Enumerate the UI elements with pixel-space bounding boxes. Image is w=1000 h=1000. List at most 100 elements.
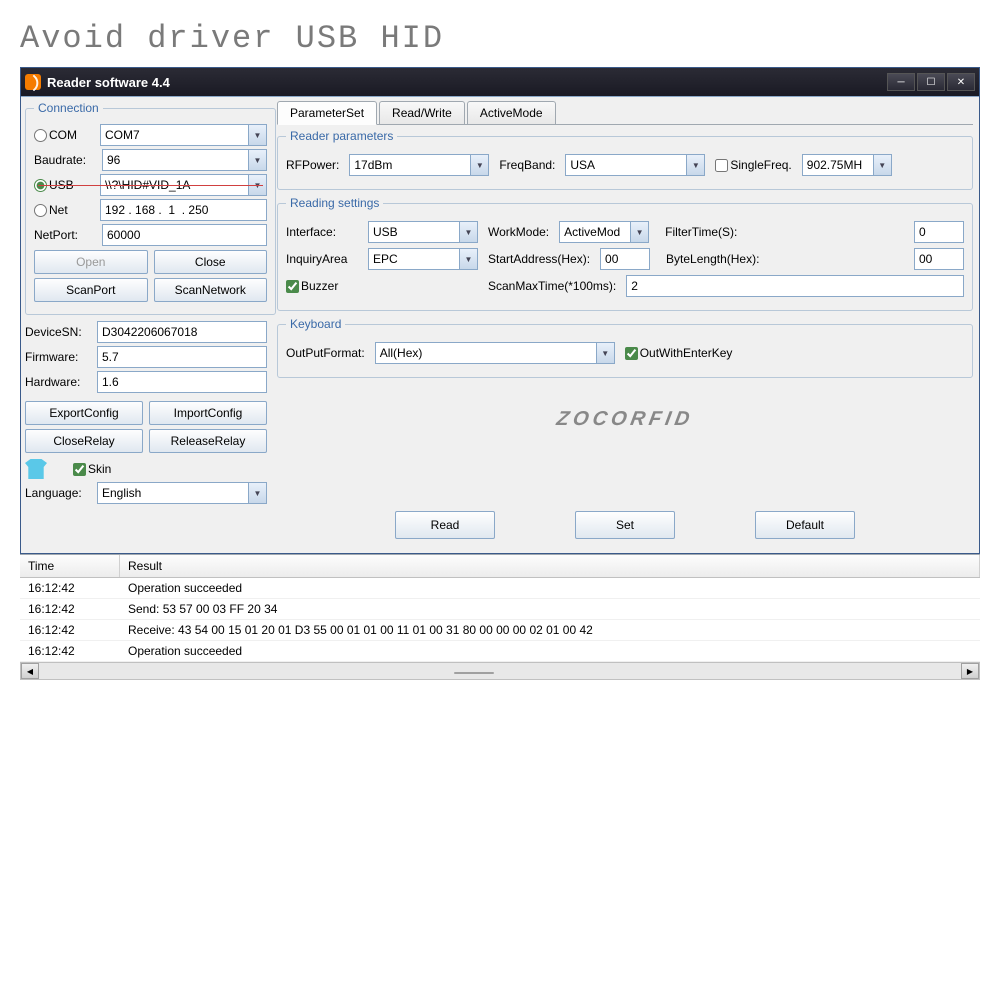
app-window: Reader software 4.4 ─ ☐ ✕ Connection COM… xyxy=(20,67,980,554)
scanport-button[interactable]: ScanPort xyxy=(34,278,148,302)
filtertime-input[interactable] xyxy=(914,221,964,243)
scanmax-label: ScanMaxTime(*100ms): xyxy=(488,279,616,293)
close-button[interactable]: Close xyxy=(154,250,268,274)
read-button[interactable]: Read xyxy=(395,511,495,539)
chevron-down-icon[interactable]: ▼ xyxy=(873,155,891,175)
reader-params-legend: Reader parameters xyxy=(286,129,397,143)
singlefreq-checkbox[interactable] xyxy=(715,159,728,172)
netport-label: NetPort: xyxy=(34,228,96,242)
scroll-thumb[interactable] xyxy=(454,672,494,674)
minimize-button[interactable]: ─ xyxy=(887,73,915,91)
maximize-button[interactable]: ☐ xyxy=(917,73,945,91)
close-window-button[interactable]: ✕ xyxy=(947,73,975,91)
log-row[interactable]: 16:12:42Receive: 43 54 00 15 01 20 01 D3… xyxy=(20,620,980,641)
app-icon xyxy=(25,74,41,90)
chevron-down-icon[interactable]: ▼ xyxy=(459,249,477,269)
chevron-down-icon[interactable]: ▼ xyxy=(630,222,648,242)
freqband-value: USA xyxy=(566,158,686,172)
exportconfig-button[interactable]: ExportConfig xyxy=(25,401,143,425)
netport-input[interactable] xyxy=(102,224,267,246)
scroll-right-icon[interactable]: ▶ xyxy=(961,663,979,679)
titlebar[interactable]: Reader software 4.4 ─ ☐ ✕ xyxy=(21,68,979,96)
baudrate-label: Baudrate: xyxy=(34,153,96,167)
devicesn-input[interactable] xyxy=(97,321,267,343)
bytelen-input[interactable] xyxy=(914,248,964,270)
tab-parameterset[interactable]: ParameterSet xyxy=(277,101,377,125)
com-value: COM7 xyxy=(101,128,248,142)
log-time: 16:12:42 xyxy=(20,599,120,619)
underline-decor xyxy=(38,185,263,186)
buzzer-checkbox[interactable] xyxy=(286,280,299,293)
language-label: Language: xyxy=(25,486,91,500)
importconfig-button[interactable]: ImportConfig xyxy=(149,401,267,425)
log-row[interactable]: 16:12:42Operation succeeded xyxy=(20,578,980,599)
inquiryarea-label: InquiryArea xyxy=(286,252,358,266)
closerelay-button[interactable]: CloseRelay xyxy=(25,429,143,453)
interface-dropdown[interactable]: USB▼ xyxy=(368,221,478,243)
interface-label: Interface: xyxy=(286,225,358,239)
singlefreq-label[interactable]: SingleFreq. xyxy=(715,158,791,172)
workmode-dropdown[interactable]: ActiveMod▼ xyxy=(559,221,649,243)
set-button[interactable]: Set xyxy=(575,511,675,539)
hardware-input[interactable] xyxy=(97,371,267,393)
rfpower-dropdown[interactable]: 17dBm▼ xyxy=(349,154,489,176)
horizontal-scrollbar[interactable]: ◀ ▶ xyxy=(20,662,980,680)
scannetwork-button[interactable]: ScanNetwork xyxy=(154,278,268,302)
radio-net-label[interactable]: Net xyxy=(34,203,94,217)
tab-readwrite[interactable]: Read/Write xyxy=(379,101,465,124)
releaserelay-button[interactable]: ReleaseRelay xyxy=(149,429,267,453)
singlefreq-dropdown[interactable]: 902.75MH▼ xyxy=(802,154,892,176)
chevron-down-icon[interactable]: ▼ xyxy=(470,155,488,175)
baudrate-value: 96 xyxy=(103,153,248,167)
tab-bar: ParameterSet Read/Write ActiveMode xyxy=(277,101,973,125)
net-ip-input[interactable] xyxy=(100,199,267,221)
startaddr-input[interactable] xyxy=(600,248,650,270)
log-row[interactable]: 16:12:42Operation succeeded xyxy=(20,641,980,662)
log-result: Send: 53 57 00 03 FF 20 34 xyxy=(120,599,980,619)
skin-checkbox-label[interactable]: Skin xyxy=(73,462,133,476)
startaddr-label: StartAddress(Hex): xyxy=(488,252,590,266)
radio-com-label[interactable]: COM xyxy=(34,128,94,142)
rfpower-label: RFPower: xyxy=(286,158,339,172)
default-button[interactable]: Default xyxy=(755,511,855,539)
log-col-result[interactable]: Result xyxy=(120,555,980,577)
chevron-down-icon[interactable]: ▼ xyxy=(596,343,614,363)
skin-checkbox[interactable] xyxy=(73,463,86,476)
rfpower-value: 17dBm xyxy=(350,158,470,172)
freqband-dropdown[interactable]: USA▼ xyxy=(565,154,705,176)
com-dropdown[interactable]: COM7 ▼ xyxy=(100,124,267,146)
scroll-left-icon[interactable]: ◀ xyxy=(21,663,39,679)
tab-activemode[interactable]: ActiveMode xyxy=(467,101,556,124)
log-time: 16:12:42 xyxy=(20,620,120,640)
sidebar: Connection COM COM7 ▼ Baudrate: 96 ▼ xyxy=(21,97,271,553)
inquiryarea-dropdown[interactable]: EPC▼ xyxy=(368,248,478,270)
tshirt-icon[interactable] xyxy=(25,459,47,479)
radio-net[interactable] xyxy=(34,204,47,217)
log-body: 16:12:42Operation succeeded16:12:42Send:… xyxy=(20,578,980,662)
chevron-down-icon[interactable]: ▼ xyxy=(686,155,704,175)
page-heading: Avoid driver USB HID xyxy=(0,0,1000,67)
language-dropdown[interactable]: English ▼ xyxy=(97,482,267,504)
log-time: 16:12:42 xyxy=(20,641,120,661)
devicesn-label: DeviceSN: xyxy=(25,325,91,339)
log-result: Operation succeeded xyxy=(120,641,980,661)
chevron-down-icon[interactable]: ▼ xyxy=(248,150,266,170)
chevron-down-icon[interactable]: ▼ xyxy=(459,222,477,242)
buzzer-label[interactable]: Buzzer xyxy=(286,279,358,293)
outenter-checkbox[interactable] xyxy=(625,347,638,360)
outenter-label[interactable]: OutWithEnterKey xyxy=(625,346,733,360)
log-row[interactable]: 16:12:42Send: 53 57 00 03 FF 20 34 xyxy=(20,599,980,620)
scanmax-input[interactable] xyxy=(626,275,964,297)
chevron-down-icon[interactable]: ▼ xyxy=(248,125,266,145)
log-result: Receive: 43 54 00 15 01 20 01 D3 55 00 0… xyxy=(120,620,980,640)
open-button: Open xyxy=(34,250,148,274)
language-value: English xyxy=(98,486,248,500)
firmware-input[interactable] xyxy=(97,346,267,368)
log-header: Time Result xyxy=(20,555,980,578)
reader-params-group: Reader parameters RFPower: 17dBm▼ FreqBa… xyxy=(277,129,973,190)
log-col-time[interactable]: Time xyxy=(20,555,120,577)
outputformat-dropdown[interactable]: All(Hex)▼ xyxy=(375,342,615,364)
radio-com[interactable] xyxy=(34,129,47,142)
chevron-down-icon[interactable]: ▼ xyxy=(248,483,266,503)
baudrate-dropdown[interactable]: 96 ▼ xyxy=(102,149,267,171)
